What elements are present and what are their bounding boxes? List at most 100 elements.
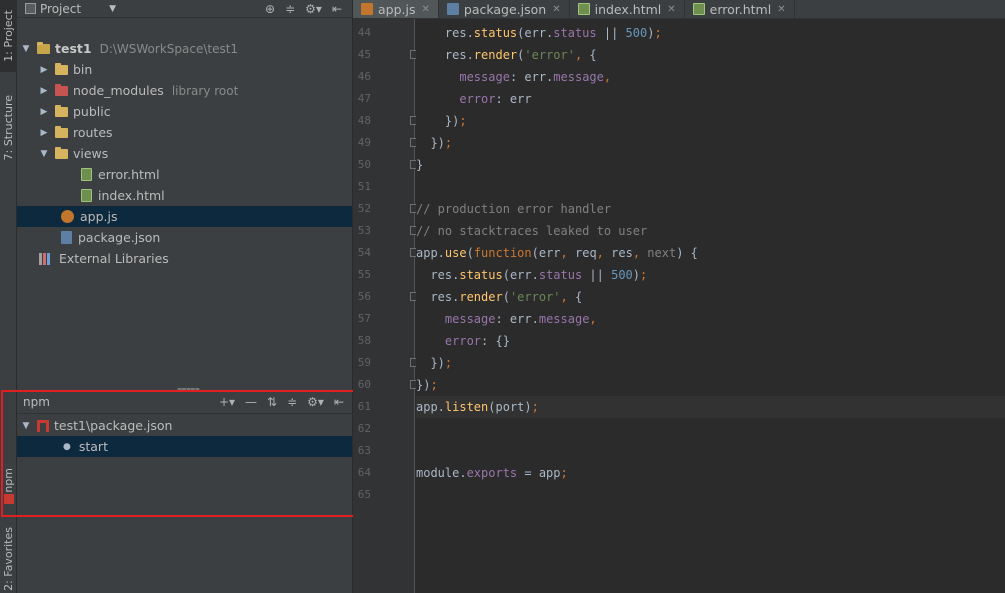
npm-header-tools: +▾ — ⇅ ≑ ⚙▾ ⇤ bbox=[219, 395, 352, 409]
line-number: 62 bbox=[357, 422, 371, 435]
close-icon[interactable]: ✕ bbox=[777, 4, 785, 15]
project-view-icon bbox=[25, 3, 36, 14]
remove-icon[interactable]: — bbox=[245, 395, 257, 409]
tree-item-bin[interactable]: ▶ bin bbox=[17, 59, 352, 80]
collapse-all-icon[interactable]: ≑ bbox=[287, 395, 297, 409]
expand-arrow-icon[interactable]: ▶ bbox=[39, 65, 49, 75]
html-file-icon bbox=[692, 3, 705, 15]
npm-panel: npm +▾ — ⇅ ≑ ⚙▾ ⇤ ▼ test1\package.json ●… bbox=[17, 390, 352, 593]
code-line: }); bbox=[416, 378, 438, 392]
code-line: message: err.message, bbox=[459, 70, 612, 84]
line-number: 57 bbox=[357, 312, 371, 325]
code-line: message: err.message, bbox=[444, 312, 597, 326]
line-number: 64 bbox=[357, 466, 371, 479]
tree-item-public[interactable]: ▶ public bbox=[17, 101, 352, 122]
expand-arrow-icon[interactable]: ▼ bbox=[21, 421, 31, 431]
close-icon[interactable]: ✕ bbox=[667, 4, 675, 15]
npm-panel-title: npm bbox=[23, 394, 50, 409]
collapse-all-icon[interactable]: ≑ bbox=[285, 2, 295, 16]
tree-item-views[interactable]: ▼ views bbox=[17, 143, 352, 164]
tree-item-label: views bbox=[73, 146, 109, 161]
npm-script-start[interactable]: ● start bbox=[17, 436, 352, 457]
tab-error-html[interactable]: error.html ✕ bbox=[685, 0, 795, 18]
favorites-tool-tab[interactable]: 2: Favorites bbox=[0, 525, 17, 593]
close-icon[interactable]: ✕ bbox=[552, 4, 560, 15]
tree-item-error-html[interactable]: error.html bbox=[17, 164, 352, 185]
folder-icon bbox=[55, 125, 68, 138]
tree-item-package-json[interactable]: package.json bbox=[17, 227, 352, 248]
line-number: 56 bbox=[357, 290, 371, 303]
close-icon[interactable]: ✕ bbox=[422, 4, 430, 15]
line-number: 47 bbox=[357, 92, 371, 105]
code-line: // production error handler bbox=[416, 202, 612, 216]
line-number: 44 bbox=[357, 26, 371, 39]
bullet-icon: ● bbox=[63, 441, 71, 452]
expand-arrow-icon[interactable]: ▶ bbox=[39, 107, 49, 117]
expand-arrow-icon[interactable]: ▼ bbox=[21, 44, 31, 54]
tree-item-label: External Libraries bbox=[59, 251, 169, 266]
tree-item-annotation: library root bbox=[171, 83, 239, 98]
code-line: } bbox=[416, 158, 424, 172]
line-number: 52 bbox=[357, 202, 371, 215]
code-line: }); bbox=[416, 114, 467, 128]
tab-app-js[interactable]: app.js ✕ bbox=[353, 0, 439, 18]
npm-package-item[interactable]: ▼ test1\package.json bbox=[17, 415, 352, 436]
expand-arrow-icon[interactable]: ▼ bbox=[39, 149, 49, 159]
npm-tool-tab[interactable]: npm bbox=[0, 462, 17, 512]
hide-panel-icon[interactable]: ⇤ bbox=[332, 2, 342, 16]
expand-arrow-icon[interactable]: ▶ bbox=[39, 128, 49, 138]
tree-item-label: error.html bbox=[98, 167, 160, 182]
tree-item-node-modules[interactable]: ▶ node_modules library root bbox=[17, 80, 352, 101]
tab-index-html[interactable]: index.html ✕ bbox=[570, 0, 685, 18]
hide-panel-icon[interactable]: ⇤ bbox=[334, 395, 344, 409]
expand-all-icon[interactable]: ⇅ bbox=[267, 395, 277, 409]
project-tool-tab[interactable]: 1: Project bbox=[0, 0, 17, 72]
line-number: 61 bbox=[357, 400, 371, 413]
project-header-tools: ⊕ ≑ ⚙▾ ⇤ bbox=[265, 2, 352, 16]
js-file-icon bbox=[361, 3, 373, 15]
line-number: 63 bbox=[357, 444, 371, 457]
js-file-icon bbox=[61, 210, 74, 223]
line-number: 55 bbox=[357, 268, 371, 281]
code-line: error: {} bbox=[444, 334, 510, 348]
code-line: res.render('error', { bbox=[416, 290, 583, 304]
line-number: 45 bbox=[357, 48, 371, 61]
tree-item-external-libraries[interactable]: External Libraries bbox=[17, 248, 352, 269]
tab-package-json[interactable]: package.json ✕ bbox=[439, 0, 570, 18]
project-folder-icon bbox=[37, 41, 50, 54]
project-tool-tab-label: 1: Project bbox=[2, 10, 15, 62]
tab-label: app.js bbox=[378, 1, 416, 17]
tool-window-strip: 1: Project 7: Structure npm 2: Favorites bbox=[0, 0, 17, 593]
code-line: res.status(err.status || 500); bbox=[416, 26, 662, 40]
gear-icon[interactable]: ⚙▾ bbox=[307, 395, 324, 409]
tree-item-app-js[interactable]: app.js bbox=[17, 206, 352, 227]
gear-icon[interactable]: ⚙▾ bbox=[305, 2, 322, 16]
project-panel: Project ▼ ⊕ ≑ ⚙▾ ⇤ ▼ test1 D:\WSWorkSpac… bbox=[17, 0, 352, 385]
tree-item-label: bin bbox=[73, 62, 93, 77]
tree-item-routes[interactable]: ▶ routes bbox=[17, 122, 352, 143]
code-editor[interactable]: res.status(err.status || 500); res.rende… bbox=[416, 19, 1005, 593]
folder-icon bbox=[55, 62, 68, 75]
code-line: }); bbox=[416, 136, 453, 150]
line-number: 50 bbox=[357, 158, 371, 171]
tree-item-label: index.html bbox=[98, 188, 165, 203]
expand-arrow-icon[interactable]: ▶ bbox=[39, 86, 49, 96]
project-view-selector[interactable]: Project bbox=[40, 2, 81, 16]
folder-icon bbox=[55, 146, 68, 159]
editor-tab-bar: app.js ✕ package.json ✕ index.html ✕ err… bbox=[353, 0, 1005, 19]
structure-tool-tab[interactable]: 7: Structure bbox=[0, 88, 17, 168]
npm-package-label: test1\package.json bbox=[54, 418, 173, 433]
line-number: 65 bbox=[357, 488, 371, 501]
project-panel-header: Project ▼ ⊕ ≑ ⚙▾ ⇤ bbox=[17, 0, 352, 18]
line-number: 49 bbox=[357, 136, 371, 149]
code-line: res.status(err.status || 500); bbox=[416, 268, 648, 282]
tree-item-label: test1 bbox=[55, 41, 92, 56]
chevron-down-icon[interactable]: ▼ bbox=[109, 4, 116, 14]
tree-item-index-html[interactable]: index.html bbox=[17, 185, 352, 206]
tree-item-test1[interactable]: ▼ test1 D:\WSWorkSpace\test1 bbox=[17, 38, 352, 59]
add-icon[interactable]: +▾ bbox=[219, 395, 235, 409]
line-number: 48 bbox=[357, 114, 371, 127]
locate-icon[interactable]: ⊕ bbox=[265, 2, 275, 16]
